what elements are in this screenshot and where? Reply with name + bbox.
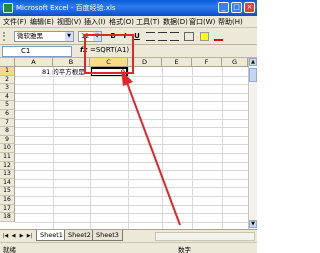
tab-sheet1[interactable]: Sheet1 — [36, 230, 67, 241]
horizontal-scrollbar[interactable] — [155, 232, 255, 241]
status-num: 数字 — [178, 246, 191, 253]
scroll-up-icon[interactable]: ▲ — [249, 58, 257, 66]
status-ready: 就绪 — [3, 246, 16, 253]
last-sheet-icon[interactable]: ▶| — [26, 232, 33, 240]
first-sheet-icon[interactable]: |◀ — [2, 232, 9, 240]
vertical-scrollbar[interactable]: ▲ ▼ — [248, 58, 257, 229]
scroll-thumb[interactable] — [249, 68, 257, 82]
annotation-arrow — [121, 70, 181, 226]
next-sheet-icon[interactable]: ▶ — [18, 232, 25, 240]
tab-sheet3[interactable]: Sheet3 — [92, 230, 123, 241]
sheet-tab-bar: |◀ ◀ ▶ ▶| Sheet1 Sheet2 Sheet3 — [0, 229, 257, 242]
prev-sheet-icon[interactable]: ◀ — [10, 232, 17, 240]
tab-sheet2[interactable]: Sheet2 — [64, 230, 95, 241]
status-bar: 就绪 数字 — [0, 242, 257, 253]
scroll-down-icon[interactable]: ▼ — [249, 220, 257, 228]
